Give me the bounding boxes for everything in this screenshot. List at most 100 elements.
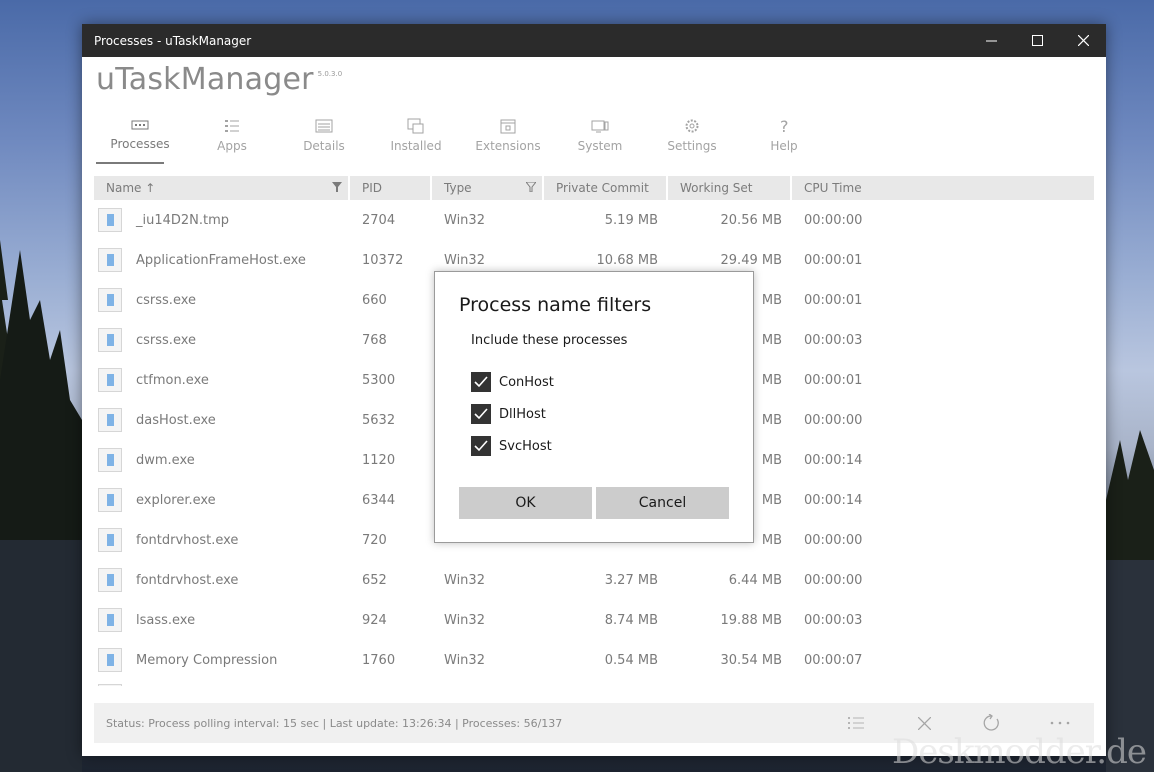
column-header-private-commit[interactable]: Private Commit [544, 176, 668, 200]
process-name: fontdrvhost.exe [136, 532, 239, 548]
cell-type: Win32 [444, 612, 485, 628]
process-name: lsass.exe [136, 612, 196, 628]
svg-text:?: ? [780, 118, 789, 134]
column-label: CPU Time [804, 181, 862, 195]
file-icon [98, 408, 122, 432]
nav-item-details[interactable]: Details [278, 118, 370, 162]
process-name: csrss.exe [136, 332, 197, 348]
table-header: Name ↑ PID Type Private Commit Working S… [94, 176, 1094, 200]
column-header-cpu-time[interactable]: CPU Time [792, 176, 1094, 200]
installed-icon [407, 118, 424, 134]
cell-name: csrss.exe [94, 288, 350, 312]
nav-item-settings[interactable]: Settings [646, 118, 738, 162]
cell-pid: 768 [362, 332, 387, 348]
process-name: _iu14D2N.tmp [136, 212, 230, 228]
process-name: fontdrvhost.exe [136, 572, 239, 588]
nav-item-extensions[interactable]: Extensions [462, 118, 554, 162]
cell-cpu: 00:00:07 [804, 652, 863, 668]
app-name: uTaskManager [96, 62, 314, 97]
cell-name: ApplicationFrameHost.exe [94, 248, 350, 272]
cell-cpu: 00:00:01 [804, 252, 863, 268]
column-header-name[interactable]: Name ↑ [94, 176, 350, 200]
filter-option-conhost[interactable]: ConHost [471, 372, 554, 392]
checkbox[interactable] [471, 436, 491, 456]
cell-pid: 652 [362, 572, 387, 588]
nav-label: Extensions [475, 139, 541, 153]
partial-row [94, 680, 1094, 686]
column-header-working-set[interactable]: Working Set [668, 176, 792, 200]
column-label: Private Commit [556, 181, 649, 195]
cell-pid: 10372 [362, 252, 404, 268]
cell-name: dasHost.exe [94, 408, 350, 432]
nav-item-system[interactable]: System [554, 118, 646, 162]
cell-private: 0.54 MB [604, 652, 658, 668]
dialog-title: Process name filters [459, 294, 652, 316]
cell-private: 3.27 MB [604, 572, 658, 588]
cell-cpu: 00:00:03 [804, 612, 863, 628]
file-icon [98, 528, 122, 552]
filter-icon[interactable] [332, 182, 342, 192]
main-nav: Processes Apps Details Installed Extensi… [94, 118, 830, 164]
file-icon [98, 568, 122, 592]
status-text: Status: Process polling interval: 15 sec… [106, 716, 563, 730]
maximize-button[interactable] [1014, 24, 1060, 57]
column-header-pid[interactable]: PID [350, 176, 432, 200]
gear-icon [685, 119, 699, 133]
table-row[interactable]: _iu14D2N.tmp 2704 Win32 5.19 MB 20.56 MB 00:0… [94, 200, 1094, 240]
cell-cpu: 00:00:00 [804, 572, 863, 588]
file-icon [98, 288, 122, 312]
cell-pid: 1120 [362, 452, 396, 468]
column-label: Working Set [680, 181, 753, 195]
checkbox[interactable] [471, 404, 491, 424]
checkmark-icon [474, 376, 488, 388]
cell-type: Win32 [444, 212, 485, 228]
extensions-icon [500, 119, 516, 134]
cancel-button[interactable]: Cancel [596, 487, 729, 519]
nav-item-apps[interactable]: Apps [186, 118, 278, 162]
cell-cpu: 00:00:00 [804, 412, 863, 428]
cell-pid: 5300 [362, 372, 396, 388]
filter-option-svchost[interactable]: SvcHost [471, 436, 552, 456]
option-label: SvcHost [499, 438, 552, 454]
app-version: 5.0.3.0 [317, 70, 343, 78]
close-button[interactable] [1060, 24, 1106, 57]
cell-name: csrss.exe [94, 328, 350, 352]
nav-item-processes[interactable]: Processes [94, 118, 186, 164]
table-row[interactable]: fontdrvhost.exe 652 Win32 3.27 MB 6.44 MB 00:… [94, 560, 1094, 600]
column-header-type[interactable]: Type [432, 176, 544, 200]
filter-option-dllhost[interactable]: DllHost [471, 404, 546, 424]
ok-button[interactable]: OK [459, 487, 592, 519]
cell-name: lsass.exe [94, 608, 350, 632]
cell-private: 8.74 MB [604, 612, 658, 628]
close-icon [1077, 35, 1089, 46]
cell-name: dwm.exe [94, 448, 350, 472]
cell-private: 10.68 MB [596, 252, 658, 268]
process-name: dwm.exe [136, 452, 195, 468]
cell-cpu: 00:00:01 [804, 292, 863, 308]
list-view-button[interactable] [822, 703, 890, 743]
cell-name: _iu14D2N.tmp [94, 208, 350, 232]
process-name: Memory Compression [136, 652, 278, 668]
watermark: Deskmodder.de [891, 732, 1147, 772]
minimize-button[interactable] [968, 24, 1014, 57]
cell-type: Win32 [444, 652, 485, 668]
process-name: csrss.exe [136, 292, 197, 308]
checkbox[interactable] [471, 372, 491, 392]
cell-pid: 1760 [362, 652, 396, 668]
cell-cpu: 00:00:14 [804, 452, 863, 468]
nav-item-installed[interactable]: Installed [370, 118, 462, 162]
filter-icon[interactable] [526, 182, 536, 192]
nav-item-help[interactable]: ? Help [738, 118, 830, 162]
file-icon [98, 248, 122, 272]
dialog-subtitle: Include these processes [471, 333, 628, 348]
file-icon [98, 684, 122, 686]
option-label: DllHost [499, 406, 546, 422]
cell-pid: 5632 [362, 412, 396, 428]
table-row[interactable]: lsass.exe 924 Win32 8.74 MB 19.88 MB 00:00:03 [94, 600, 1094, 640]
process-name: ApplicationFrameHost.exe [136, 252, 306, 268]
cell-working: 29.49 MB [720, 252, 782, 268]
cell-private: 5.19 MB [604, 212, 658, 228]
table-row[interactable]: Memory Compression 1760 Win32 0.54 MB 30.54 … [94, 640, 1094, 680]
column-label: Type [444, 181, 472, 195]
cell-working: 20.56 MB [720, 212, 782, 228]
